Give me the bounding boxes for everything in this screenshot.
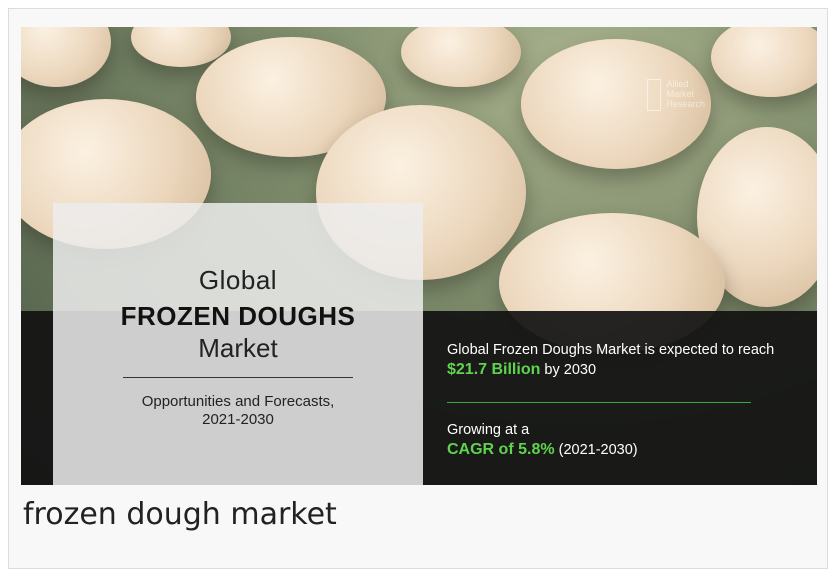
dough-ball — [711, 27, 817, 97]
watermark-text: Allied Market Research — [667, 79, 706, 109]
title-line-product: FROZEN DOUGHS — [120, 301, 356, 331]
market-infographic: Allied Market Research Global FROZEN DOU… — [21, 27, 817, 485]
title-line-global: Global — [198, 265, 278, 295]
title-subtitle: Opportunities and Forecasts, 2021-2030 — [53, 393, 423, 429]
title-divider — [123, 377, 353, 378]
dough-ball — [21, 27, 111, 87]
cagr-value: CAGR of 5.8% — [447, 441, 555, 458]
cagr-statement: CAGR of 5.8% (2021-2030) — [447, 441, 638, 459]
watermark-line1: Allied — [666, 79, 689, 89]
watermark-logo-icon — [647, 79, 661, 111]
subtitle-line2: 2021-2030 — [202, 411, 274, 428]
cagr-period: (2021-2030) — [558, 442, 638, 458]
expected-suffix: by 2030 — [544, 362, 597, 378]
dough-ball — [401, 27, 521, 87]
subtitle-line1: Opportunities and Forecasts, — [141, 393, 335, 410]
brand-watermark: Allied Market Research — [647, 79, 717, 113]
title-panel: Global FROZEN DOUGHS Market Opportunitie… — [53, 203, 423, 485]
expected-prefix: Global Frozen Doughs Market is expected … — [447, 342, 775, 358]
growing-label: Growing at a — [447, 422, 530, 438]
image-card: Allied Market Research Global FROZEN DOU… — [8, 8, 828, 569]
image-caption: frozen dough market — [23, 497, 337, 532]
statement-divider — [447, 402, 751, 403]
watermark-line2: Market — [666, 89, 695, 99]
watermark-line3: Research — [666, 99, 706, 109]
title-line-market: Market — [198, 333, 278, 363]
market-size-value: $21.7 Billion — [447, 361, 541, 378]
market-size-statement: Global Frozen Doughs Market is expected … — [447, 341, 797, 380]
